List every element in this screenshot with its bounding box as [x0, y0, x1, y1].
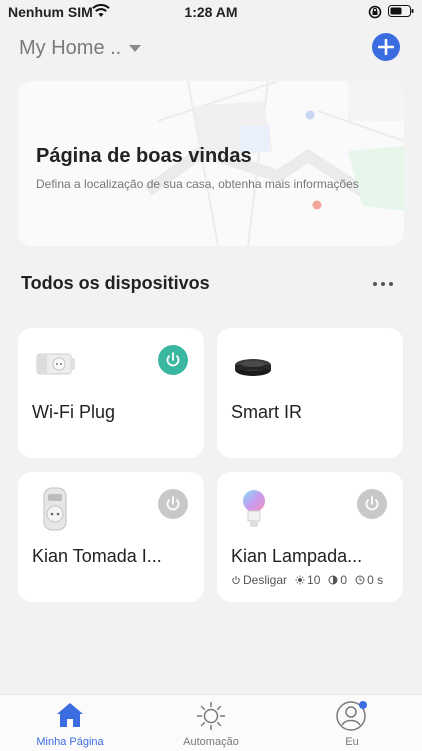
status-brightness: 10 — [295, 573, 320, 587]
status-timer-value: 0 s — [367, 573, 384, 587]
status-power-label: Desligar — [243, 573, 288, 587]
tab-home[interactable]: Minha Página — [0, 695, 140, 751]
tab-automation-label: Automação — [183, 736, 239, 748]
rotation-lock-icon — [368, 5, 382, 19]
device-card-kian-tomada[interactable]: Kian Tomada I... — [18, 472, 204, 602]
home-icon — [57, 703, 83, 727]
user-icon — [336, 701, 367, 731]
power-small-icon — [232, 576, 240, 584]
device-name: Wi-Fi Plug — [32, 402, 116, 422]
tab-me[interactable]: Eu — [282, 695, 422, 751]
status-timer: 0 s — [355, 573, 383, 587]
status-temperature-value: 0 — [340, 573, 348, 587]
clock-icon — [355, 575, 365, 585]
status-power: Desligar — [231, 573, 287, 587]
device-card-wifi-plug[interactable]: Wi-Fi Plug — [18, 328, 204, 458]
home-selector[interactable]: My Home .. — [19, 36, 142, 60]
clock: 1:28 AM — [184, 4, 238, 20]
device-status-row: Desligar 10 0 0 s — [231, 573, 383, 587]
more-dot-icon — [381, 282, 385, 286]
tab-automation[interactable]: Automação — [141, 695, 281, 751]
power-icon — [166, 352, 180, 367]
battery-icon — [388, 5, 414, 17]
welcome-card[interactable]: Página de boas vindas Defina a localizaç… — [18, 81, 404, 246]
caret-down-icon — [129, 44, 142, 52]
status-temperature: 0 — [328, 573, 347, 587]
device-name: Kian Tomada I... — [32, 546, 162, 566]
power-icon — [166, 496, 180, 511]
ir-remote-icon — [235, 359, 271, 376]
tab-home-label: Minha Página — [36, 736, 104, 748]
welcome-title: Página de boas vindas — [36, 145, 252, 167]
status-brightness-value: 10 — [307, 573, 321, 587]
outlet-plug-icon — [43, 487, 67, 531]
tab-bar: Minha Página Automação Eu — [0, 694, 422, 751]
device-name: Kian Lampada... — [231, 546, 363, 566]
bulb-icon — [243, 490, 265, 527]
more-options-button[interactable] — [373, 278, 397, 290]
brightness-icon — [295, 575, 305, 585]
section-title: Todos os dispositivos — [21, 273, 210, 293]
contrast-icon — [328, 575, 338, 585]
device-card-smart-ir[interactable]: Smart IR — [217, 328, 403, 458]
device-card-kian-lampada[interactable]: Kian Lampada... Desligar 10 0 0 s — [217, 472, 403, 602]
device-name: Smart IR — [231, 402, 303, 422]
power-button[interactable] — [158, 489, 188, 519]
smart-plug-icon — [36, 353, 75, 375]
more-dot-icon — [373, 282, 377, 286]
plus-icon — [378, 39, 394, 55]
add-device-button[interactable] — [372, 33, 400, 61]
status-bar: Nenhum SIM 1:28 AM — [0, 0, 422, 26]
welcome-subtitle: Defina a localização de sua casa, obtenh… — [36, 177, 359, 191]
power-button[interactable] — [357, 489, 387, 519]
sun-icon — [196, 701, 226, 731]
power-button[interactable] — [158, 345, 188, 375]
more-dot-icon — [389, 282, 393, 286]
tab-me-label: Eu — [345, 736, 359, 748]
power-icon — [365, 496, 379, 511]
home-name: My Home .. — [19, 36, 122, 59]
